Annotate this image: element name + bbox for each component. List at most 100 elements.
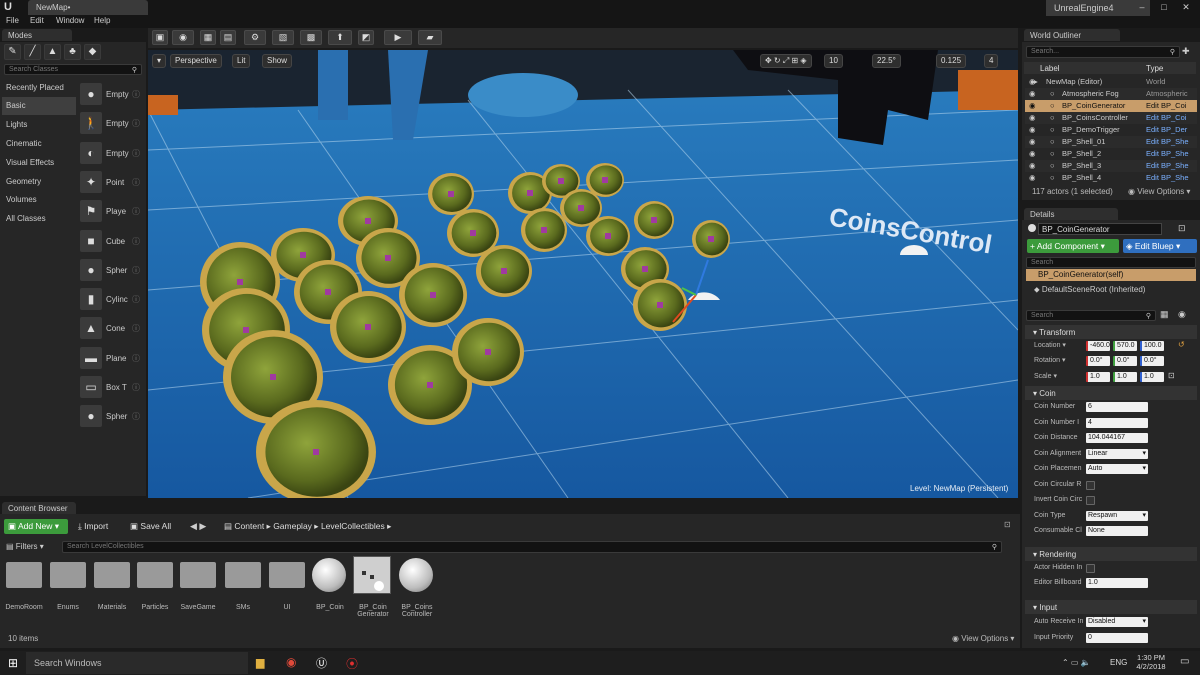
scale-lock-icon[interactable]: ⊡ [1168, 371, 1175, 380]
coin[interactable] [634, 201, 674, 239]
scale-snap-button[interactable]: 0.125 [936, 54, 967, 68]
lit-button[interactable]: Lit [232, 54, 251, 68]
transform-section[interactable]: ▾ Transform [1025, 325, 1197, 339]
visibility-icon[interactable]: ◉ [1029, 125, 1036, 134]
outliner-row[interactable]: ◉ ○ BP_DemoTrigger Edit BP_Der [1025, 124, 1197, 136]
reset-location-icon[interactable]: ↺ [1178, 340, 1185, 349]
category-all-classes[interactable]: All Classes [2, 210, 76, 228]
edit-blueprint-button[interactable]: ◈ Edit Bluep ▾ [1123, 239, 1197, 253]
property-field[interactable]: 6 [1086, 402, 1148, 412]
view-options-button[interactable]: ◉ View Options ▾ [952, 634, 1014, 643]
grid-view-icon[interactable]: ▦ [1160, 309, 1169, 320]
category-visual-effects[interactable]: Visual Effects [2, 154, 76, 172]
place-item[interactable]: ▲ Cone ⓘ [78, 315, 144, 343]
location-y[interactable]: 570.0 [1113, 341, 1137, 351]
compile-icon[interactable]: ◩ [358, 30, 374, 45]
property-field[interactable]: 1.0 [1086, 578, 1148, 588]
property-dropdown[interactable]: Auto ▾ [1086, 464, 1148, 474]
visibility-icon[interactable]: ◉ [1029, 149, 1036, 158]
info-icon[interactable]: ⓘ [132, 89, 140, 100]
save-all-button[interactable]: ▣ Save All [130, 521, 171, 532]
paint-mode-icon[interactable]: ╱ [24, 44, 41, 60]
breadcrumb-gameplay[interactable]: Gameplay [273, 521, 312, 531]
unreal-taskbar-icon[interactable]: Ⓤ [316, 655, 327, 671]
place-item[interactable]: ● Spher ⓘ [78, 257, 144, 285]
info-icon[interactable]: ⓘ [132, 206, 140, 217]
rotation-x[interactable]: 0.0° [1086, 356, 1110, 366]
transform-modes[interactable]: ✥ ↻ ⤢ ⊞ ◈ [760, 54, 812, 68]
visibility-icon[interactable]: ◉ [1029, 89, 1036, 98]
category-geometry[interactable]: Geometry [2, 173, 76, 191]
component-self-row[interactable]: BP_CoinGenerator(self) [1026, 269, 1196, 281]
source-control-icon[interactable]: ◉ [172, 30, 194, 45]
coin[interactable] [692, 220, 730, 258]
component-root-row[interactable]: ⬥ DefaultSceneRoot (Inherited) [1034, 285, 1145, 295]
visibility-icon[interactable]: ◉ [1029, 137, 1036, 146]
outliner-row[interactable]: ◉ ○ BP_CoinsController Edit BP_Coi [1025, 112, 1197, 124]
minimize-icon[interactable]: – [1134, 2, 1150, 14]
blueprints-icon[interactable]: ▧ [272, 30, 294, 45]
play-icon[interactable]: ▶ [384, 30, 412, 45]
details-search-input[interactable]: Search ⚲ [1026, 310, 1156, 321]
coin[interactable] [330, 291, 406, 363]
search-levelcollectibles-input[interactable]: Search LevelCollectibles ⚲ [62, 541, 1002, 553]
info-icon[interactable]: ⓘ [132, 148, 140, 159]
menu-edit[interactable]: Edit [30, 16, 44, 28]
category-recently-placed[interactable]: Recently Placed [2, 79, 76, 97]
menu-help[interactable]: Help [94, 16, 110, 28]
info-icon[interactable]: ⓘ [132, 294, 140, 305]
coin[interactable] [452, 318, 524, 386]
category-volumes[interactable]: Volumes [2, 191, 76, 209]
search-classes-input[interactable]: Search Classes ⚲ [4, 64, 142, 75]
place-item[interactable]: ▮ Cylinc ⓘ [78, 286, 144, 314]
property-checkbox[interactable] [1086, 564, 1095, 573]
outliner-row[interactable]: ◉ ▸ NewMap (Editor) World [1025, 76, 1197, 88]
content-icon[interactable]: ▦ [200, 30, 216, 45]
landscape-mode-icon[interactable]: ▲ [44, 44, 61, 60]
add-new-button[interactable]: ▣ Add New ▾ [4, 519, 68, 534]
info-icon[interactable]: ⓘ [132, 382, 140, 393]
place-mode-icon[interactable]: ✎ [4, 44, 21, 60]
rotation-z[interactable]: 0.0° [1140, 356, 1164, 366]
coin[interactable] [476, 245, 532, 297]
scale-x[interactable]: 1.0 [1086, 372, 1110, 382]
coin[interactable] [586, 163, 624, 197]
place-item[interactable]: 🚶 Empty ⓘ [78, 110, 144, 138]
visibility-icon[interactable]: ◉ [1029, 113, 1036, 122]
clock[interactable]: 1:30 PM 4/2/2018 [1134, 653, 1168, 671]
show-button[interactable]: Show [262, 54, 293, 68]
place-item[interactable]: ◐ Empty ⓘ [78, 140, 144, 168]
outliner-search-input[interactable]: Search... ⚲ [1026, 46, 1180, 58]
property-field[interactable]: None [1086, 526, 1148, 536]
maximize-icon[interactable]: □ [1156, 2, 1172, 14]
outliner-row[interactable]: ◉ ○ BP_Shell_2 Edit BP_She [1025, 148, 1197, 160]
menu-file[interactable]: File [6, 16, 19, 28]
outliner-settings-icon[interactable]: ✚ [1182, 46, 1190, 57]
location-x[interactable]: -460.0 [1086, 341, 1110, 351]
category-lights[interactable]: Lights [2, 116, 76, 134]
content-browser-tab[interactable]: Content Browser [2, 502, 76, 514]
notifications-icon[interactable]: ▭ [1180, 656, 1189, 667]
scale-y[interactable]: 1.0 [1113, 372, 1137, 382]
property-field[interactable]: 104.044167 [1086, 433, 1148, 443]
outliner-view-options[interactable]: ◉ View Options ▾ [1128, 187, 1190, 196]
property-dropdown[interactable]: Linear ▾ [1086, 448, 1148, 459]
actor-name-field[interactable]: BP_CoinGenerator [1038, 223, 1162, 235]
place-item[interactable]: ▭ Box T ⓘ [78, 374, 144, 402]
place-item[interactable]: ✦ Point ⓘ [78, 169, 144, 197]
property-dropdown[interactable]: Respawn ▾ [1086, 510, 1148, 521]
coin-section[interactable]: ▾ Coin [1025, 386, 1197, 400]
foliage-mode-icon[interactable]: ♣ [64, 44, 81, 60]
coin[interactable] [633, 279, 687, 331]
outliner-row[interactable]: ◉ ○ BP_Shell_4 Edit BP_She [1025, 172, 1197, 184]
filters-button[interactable]: ▤ Filters ▾ [6, 542, 44, 551]
info-icon[interactable]: ⓘ [132, 411, 140, 422]
outliner-row[interactable]: ◉ ○ BP_Shell_01 Edit BP_She [1025, 136, 1197, 148]
level-viewport[interactable]: CoinsControl ▾ Perspective Lit Show ✥ ↻ … [148, 50, 1018, 498]
chrome-icon[interactable]: ◉ [286, 655, 296, 669]
viewport-options-icon[interactable]: ▾ [152, 54, 167, 68]
property-checkbox[interactable] [1086, 496, 1095, 505]
property-field[interactable]: 4 [1086, 417, 1148, 428]
record-icon[interactable]: ⦿ [346, 655, 358, 672]
lock-icon[interactable]: ⊡ [1178, 223, 1186, 234]
